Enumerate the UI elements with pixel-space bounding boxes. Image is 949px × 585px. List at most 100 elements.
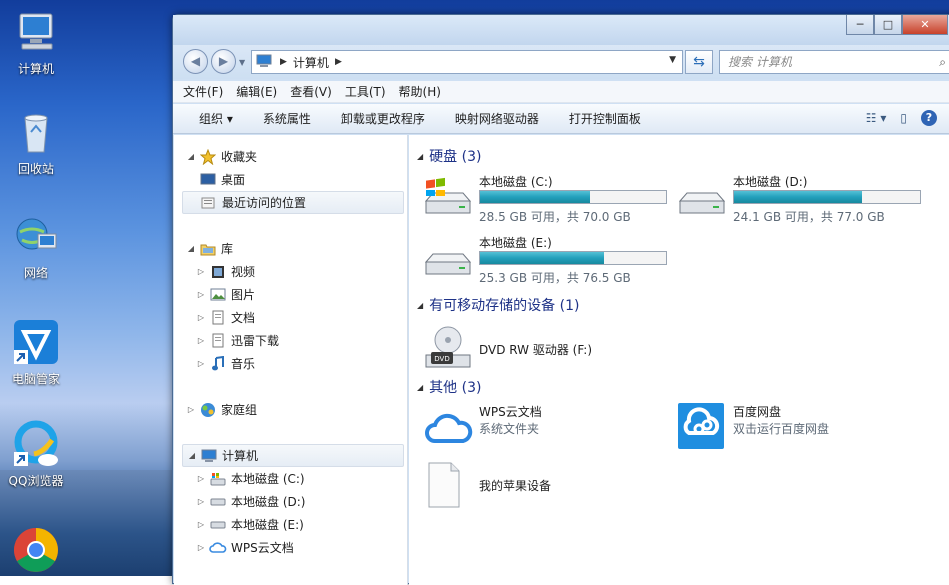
preview-pane-icon[interactable]: ▯ [900, 111, 907, 125]
collapse-triangle-icon[interactable]: ◢ [186, 244, 196, 253]
address-dropdown-icon[interactable]: ▼ [669, 55, 676, 65]
menu-tools[interactable]: 工具(T) [345, 83, 386, 100]
menu-view[interactable]: 查看(V) [290, 83, 332, 100]
collapse-triangle-icon[interactable]: ◢ [417, 383, 423, 392]
breadcrumb-computer[interactable]: 计算机 [293, 54, 329, 71]
nav-pictures[interactable]: ▷ 图片 [196, 283, 255, 306]
system-properties-button[interactable]: 系统属性 [263, 110, 311, 127]
collapse-triangle-icon[interactable]: ◢ [417, 301, 423, 310]
group-header-other[interactable]: ◢ 其他 (3) [417, 377, 481, 397]
address-bar[interactable]: ▶ 计算机 ▶ ▼ [251, 50, 683, 74]
nav-wps-cloud[interactable]: ▷ WPS云文档 [196, 536, 294, 559]
drive-tile-e[interactable]: 本地磁盘 (E:) 25.3 GB 可用，共 76.5 GB [423, 234, 673, 290]
view-buttons: ☷ ▾ ▯ ? [866, 110, 937, 126]
open-control-panel-button[interactable]: 打开控制面板 [569, 110, 641, 127]
drive-free-space: 24.1 GB 可用，共 77.0 GB [733, 210, 885, 224]
navigation-pane: ◢ 收藏夹 桌面 最近访问的位置 ◢ 库 ▷ 视频 ▷ 图片 ▷ 文档 ▷ 迅雷… [174, 135, 408, 585]
item-name: 百度网盘 [733, 405, 782, 419]
nav-computer[interactable]: ◢ 计算机 [182, 444, 404, 467]
item-baidu-netdisk[interactable]: 百度网盘 双击运行百度网盘 [677, 403, 927, 459]
collapse-triangle-icon[interactable]: ◢ [417, 152, 423, 161]
document-icon [209, 333, 227, 349]
group-title: 其他 (3) [429, 380, 482, 396]
drive-name: DVD RW 驱动器 (F:) [479, 343, 593, 357]
drive-name: 本地磁盘 (D:) [733, 175, 808, 189]
group-header-hard-drives[interactable]: ◢ 硬盘 (3) [417, 146, 481, 166]
desktop-icon-label: 回收站 [17, 162, 54, 176]
window-controls: ─ □ ✕ [846, 15, 948, 35]
collapse-triangle-icon[interactable]: ◢ [186, 152, 196, 161]
drive-tile-d[interactable]: 本地磁盘 (D:) 24.1 GB 可用，共 77.0 GB [677, 173, 927, 229]
uninstall-program-button[interactable]: 卸载或更改程序 [341, 110, 425, 127]
nav-documents[interactable]: ▷ 文档 [196, 306, 255, 329]
computer-small-icon [256, 54, 274, 71]
expand-triangle-icon[interactable]: ▷ [196, 267, 206, 276]
expand-triangle-icon[interactable]: ▷ [196, 336, 206, 345]
expand-triangle-icon[interactable]: ▷ [186, 405, 196, 414]
blank-file-icon [423, 461, 473, 509]
title-bar[interactable]: ─ □ ✕ [173, 15, 949, 45]
expand-triangle-icon[interactable]: ▷ [196, 359, 206, 368]
homegroup-icon [199, 402, 217, 418]
expand-triangle-icon[interactable]: ▷ [196, 543, 206, 552]
search-placeholder: 搜索 计算机 [728, 55, 792, 69]
nav-drive-c[interactable]: ▷ 本地磁盘 (C:) [196, 467, 305, 490]
maximize-button[interactable]: □ [874, 15, 902, 35]
nav-music[interactable]: ▷ 音乐 [196, 352, 255, 375]
drive-usage-fill [480, 252, 605, 264]
forward-button[interactable]: ▶ [211, 49, 236, 74]
organize-button[interactable]: 组织 ▾ [199, 110, 233, 127]
change-view-icon[interactable]: ☷ ▾ [866, 111, 887, 125]
drive-tile-c[interactable]: 本地磁盘 (C:) 28.5 GB 可用，共 70.0 GB [423, 173, 673, 229]
help-icon[interactable]: ? [921, 110, 937, 126]
map-network-drive-button[interactable]: 映射网络驱动器 [455, 110, 539, 127]
nav-recent-places-label: 最近访问的位置 [222, 196, 307, 210]
nav-desktop[interactable]: 桌面 [196, 168, 245, 191]
nav-xunlei-downloads[interactable]: ▷ 迅雷下载 [196, 329, 279, 352]
minimize-button[interactable]: ─ [846, 15, 874, 35]
item-apple-devices[interactable]: 我的苹果设备 [423, 461, 673, 517]
nav-drive-e[interactable]: ▷ 本地磁盘 (E:) [196, 513, 304, 536]
expand-triangle-icon[interactable]: ▷ [196, 290, 206, 299]
desktop-icon-network[interactable]: 网络 [1, 212, 71, 281]
refresh-button[interactable]: ⇆ [685, 50, 713, 74]
desktop-icon-chrome[interactable] [1, 526, 71, 578]
expand-triangle-icon[interactable]: ▷ [196, 520, 206, 529]
desktop-icon-label: 网络 [23, 266, 48, 280]
nav-drive-d[interactable]: ▷ 本地磁盘 (D:) [196, 490, 306, 513]
dvd-badge: DVD [434, 355, 449, 363]
navigation-bar: ◀ ▶ ▼ ▶ 计算机 ▶ ▼ ⇆ 搜索 计算机 ⌕ [173, 45, 949, 79]
expand-triangle-icon[interactable]: ▷ [196, 313, 206, 322]
nav-favorites[interactable]: ◢ 收藏夹 [186, 145, 257, 168]
collapse-triangle-icon[interactable]: ◢ [187, 451, 197, 460]
desktop-icon-recycle-bin[interactable]: 回收站 [1, 108, 71, 177]
expand-triangle-icon[interactable]: ▷ [196, 474, 206, 483]
nav-videos-label: 视频 [231, 265, 256, 279]
nav-videos[interactable]: ▷ 视频 [196, 260, 255, 283]
breadcrumb-chevron-icon[interactable]: ▶ [335, 57, 342, 67]
nav-library[interactable]: ◢ 库 [186, 237, 233, 260]
desktop-icon-label: QQ浏览器 [8, 474, 64, 488]
item-wps-cloud[interactable]: WPS云文档 系统文件夹 [423, 403, 673, 459]
recent-pages-chevron-icon[interactable]: ▼ [239, 58, 245, 67]
menu-help[interactable]: 帮助(H) [399, 83, 441, 100]
desktop-icon-computer[interactable]: 计算机 [1, 8, 71, 77]
desktop-icon-pc-manager[interactable]: 电脑管家 [1, 318, 71, 387]
back-button[interactable]: ◀ [183, 49, 208, 74]
drive-usage-fill [734, 191, 862, 203]
nav-computer-label: 计算机 [222, 449, 259, 463]
library-folder-icon [199, 241, 217, 257]
group-header-removable[interactable]: ◢ 有可移动存储的设备 (1) [417, 295, 579, 315]
drive-tile-dvd[interactable]: DVD DVD RW 驱动器 (F:) [423, 325, 673, 381]
menu-file[interactable]: 文件(F) [183, 83, 223, 100]
expand-triangle-icon[interactable]: ▷ [196, 497, 206, 506]
breadcrumb-chevron-icon[interactable]: ▶ [280, 57, 287, 67]
desktop-icon-label: 电脑管家 [11, 372, 60, 386]
nav-recent-places[interactable]: 最近访问的位置 [182, 191, 404, 214]
desktop-icon-qq-browser[interactable]: QQ浏览器 [1, 420, 71, 489]
nav-homegroup[interactable]: ▷ 家庭组 [186, 398, 257, 421]
menu-edit[interactable]: 编辑(E) [236, 83, 277, 100]
search-input[interactable]: 搜索 计算机 ⌕ [719, 50, 949, 74]
picture-icon [209, 287, 227, 303]
close-button[interactable]: ✕ [902, 15, 948, 35]
